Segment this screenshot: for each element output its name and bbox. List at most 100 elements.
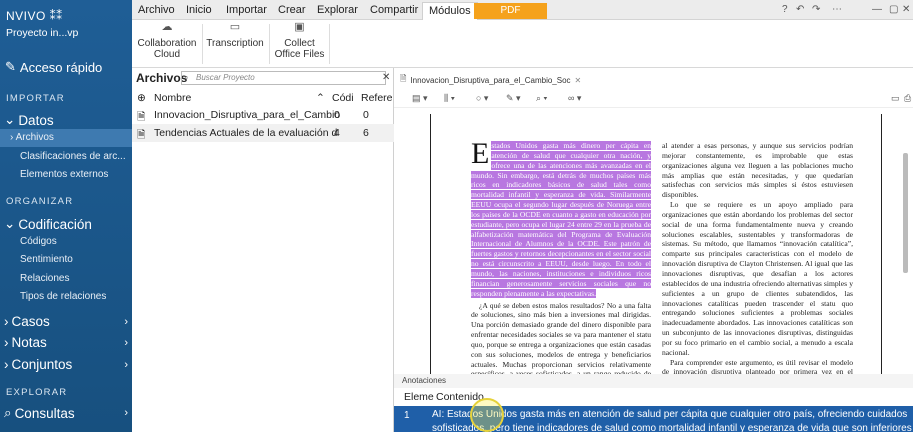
sidebar-item-file-classifications[interactable]: Clasificaciones de arc... [20, 151, 126, 162]
column-references[interactable]: Refere [361, 92, 393, 104]
section-import: IMPORTAR [6, 93, 65, 104]
tab-inicio[interactable]: Inicio [186, 4, 212, 16]
group-cases-label: Casos [11, 314, 50, 329]
collaboration-cloud-button[interactable]: ☁ Collaboration Cloud [136, 21, 198, 61]
tab-modulos[interactable]: Módulos [422, 2, 478, 20]
chevron-right-icon: › [124, 407, 128, 419]
annotations-title: Anotaciones [402, 376, 447, 385]
table-row[interactable]: 🗎 Innovacion_Disruptiva_para_el_Cambio 0… [132, 106, 394, 124]
files-title: Archivos [136, 71, 188, 85]
drop-cap: E [471, 137, 490, 170]
chevron-down-icon: ⌄ [4, 112, 16, 127]
close-icon[interactable]: ✕ [902, 4, 910, 15]
menu-bar: Archivo Inicio Importar Crear Explorar C… [132, 0, 913, 20]
transcription-icon: ▭ [229, 21, 241, 33]
highlight-pen-icon[interactable]: ✎ ▾ [506, 93, 521, 104]
sort-icon: ⌃ [316, 92, 325, 104]
search-input[interactable]: ⌕ Buscar Proyecto [181, 71, 386, 85]
transcription-label: Transcription [206, 38, 264, 49]
chevron-right-icon: › [124, 315, 128, 328]
redo-icon[interactable]: ↷ [812, 4, 820, 15]
collect-office-files-label: Collect Office Files [274, 38, 325, 60]
column-name[interactable]: Nombre [154, 92, 191, 104]
more-icon[interactable]: ⋯ [832, 4, 842, 15]
collect-office-files-button[interactable]: ▣ Collect Office Files [272, 21, 327, 61]
sidebar-item-files-label: Archivos [15, 132, 54, 143]
search-icon: ⌕ [184, 73, 189, 82]
search-placeholder: Buscar Proyecto [196, 73, 255, 82]
office-icon: ▣ [294, 21, 305, 33]
group-data[interactable]: ⌄ Datos [4, 112, 128, 128]
mouse-cursor-highlight [470, 398, 504, 432]
sidebar-item-externals[interactable]: Elementos externos [20, 169, 108, 180]
print-icon[interactable]: ⎙ [904, 93, 911, 104]
select-all-icon[interactable]: ⊕ [137, 92, 146, 104]
transcription-button[interactable]: ▭ Transcription [204, 21, 266, 50]
column-codes[interactable]: Códi [332, 92, 354, 104]
pin-icon: ✎ [5, 59, 16, 74]
annotation-text-line-1: AI: Estados Unidos gasta más en atención… [432, 409, 908, 420]
close-tab-icon[interactable]: ✕ [575, 76, 582, 85]
vertical-scrollbar[interactable] [903, 153, 908, 273]
sidebar-item-codes[interactable]: Códigos [20, 236, 57, 247]
quick-access-label: Acceso rápido [19, 59, 103, 75]
ribbon: ☁ Collaboration Cloud ▭ Transcription ▣ Col… [132, 20, 913, 68]
table-row[interactable]: 🗎 Tendencias Actuales de la evaluación d… [132, 124, 394, 142]
project-name[interactable]: Proyecto in...vp [6, 27, 78, 39]
maximize-icon[interactable]: ▢ [889, 4, 898, 15]
ribbon-divider [269, 24, 270, 64]
annotation-number: 1 [404, 410, 410, 421]
pdf-file-icon: 🗎 [400, 74, 407, 83]
tab-archivo[interactable]: Archivo [138, 4, 175, 16]
tab-crear[interactable]: Crear [278, 4, 306, 16]
paragraph: Lo que se requiere es un apoyo ampliado … [662, 200, 853, 357]
coded-highlight[interactable]: stados Unidos gasta más dinero per cápit… [471, 141, 651, 298]
file-references: 0 [363, 109, 369, 121]
tab-explorar[interactable]: Explorar [317, 4, 358, 16]
pdf-file-icon: 🗎 [137, 129, 146, 141]
document-tab[interactable]: 🗎 Innovacion_Disruptiva_para_el_Cambio_So… [400, 73, 581, 87]
undo-icon[interactable]: ↶ [796, 4, 804, 15]
column-item[interactable]: Eleme [404, 391, 434, 403]
help-icon[interactable]: ? [782, 4, 788, 15]
paragraph: al atender a esas personas, y aunque sus… [662, 141, 853, 200]
circle-icon[interactable]: ○ ▾ [476, 93, 488, 104]
group-notes[interactable]: › Notas › [4, 335, 128, 350]
chevron-right-icon: › [124, 358, 128, 371]
sidebar-item-relationships[interactable]: Relaciones [20, 273, 69, 284]
ribbon-divider [329, 24, 330, 64]
group-coding[interactable]: ⌄ Codificación [4, 216, 128, 232]
group-coding-label: Codificación [18, 216, 92, 232]
close-panel-icon[interactable]: ✕ [382, 72, 390, 83]
code-icon[interactable]: ⫼ ▾ [444, 93, 455, 104]
zoom-icon[interactable]: ⌕ ▾ [536, 93, 547, 104]
section-explore: EXPLORAR [6, 387, 68, 398]
tab-pdf[interactable]: PDF [474, 3, 547, 19]
tab-compartir[interactable]: Compartir [370, 4, 418, 16]
file-name: Innovacion_Disruptiva_para_el_Cambio [154, 109, 341, 121]
sidebar-item-relationship-types[interactable]: Tipos de relaciones [20, 291, 106, 302]
group-data-label: Datos [18, 112, 54, 128]
search-icon: ⌕ [4, 405, 12, 420]
files-panel: Archivos ⌕ Buscar Proyecto ✕ ⊕ Nombre ⌃ C… [132, 68, 394, 432]
sidebar-item-sentiment[interactable]: Sentimiento [20, 254, 73, 265]
group-sets[interactable]: › Conjuntos › [4, 357, 128, 372]
group-queries-label: Consultas [14, 405, 75, 421]
tab-importar[interactable]: Importar [226, 4, 267, 16]
chevron-right-icon: › [4, 335, 9, 350]
sidebar-item-files[interactable]: › Archivos [0, 129, 132, 147]
group-cases[interactable]: › Casos › [4, 314, 128, 329]
panel-layout-icon[interactable]: ▭ [891, 93, 900, 104]
file-references: 6 [363, 127, 369, 139]
chevron-right-icon: › [4, 357, 9, 372]
file-codes: 4 [334, 127, 340, 139]
file-name: Tendencias Actuales de la evaluación d [154, 127, 338, 139]
group-queries[interactable]: ⌕ Consultas › [4, 405, 128, 421]
quick-access[interactable]: ✎ Acceso rápido [5, 59, 102, 75]
annotation-icon[interactable]: ▤ ▾ [412, 93, 428, 104]
link-icon[interactable]: ∞ ▾ [568, 93, 581, 104]
minimize-icon[interactable]: — [872, 4, 882, 15]
group-notes-label: Notas [11, 335, 47, 350]
cloud-icon: ☁ [161, 21, 173, 33]
ribbon-divider [202, 24, 203, 64]
